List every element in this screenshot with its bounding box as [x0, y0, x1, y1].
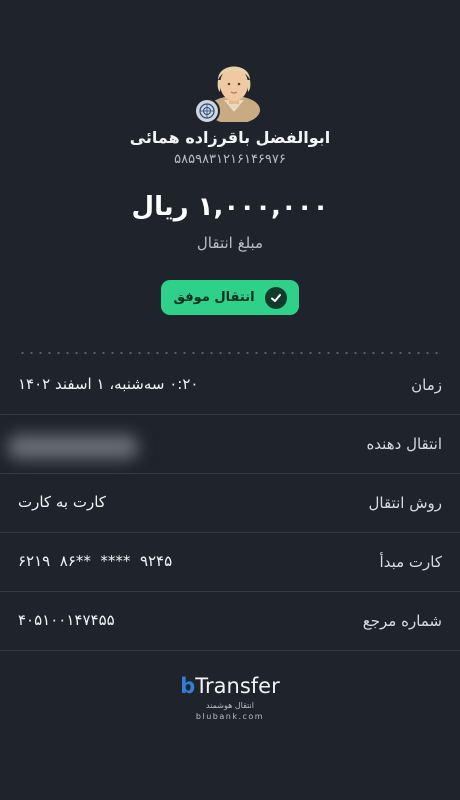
bank-logo-icon [194, 98, 220, 124]
method-label: روش انتقال [368, 494, 443, 512]
brand-domain: blubank.com [195, 712, 265, 721]
transfer-amount-label: مبلغ انتقال [196, 234, 264, 252]
detail-row-source-card: کارت مبدأ ۶۲۱۹ ۸۶** **** ۹۲۴۵ [0, 533, 460, 592]
sender-label: انتقال دهنده [366, 435, 442, 453]
detail-row-time: زمان ۰:۲۰ سه‌شنبه، ۱ اسفند ۱۴۰۲ [0, 356, 460, 415]
recipient-avatar-group [194, 56, 260, 124]
reference-label: شماره مرجع [362, 612, 442, 630]
brand-name: Transfer [195, 674, 280, 698]
dotted-divider [18, 352, 442, 354]
time-label: زمان [411, 376, 442, 394]
source-card-label: کارت مبدأ [379, 553, 442, 571]
reference-value: ۴۰۵۱۰۰۱۴۷۴۵۵ [18, 611, 115, 629]
status-badge: انتقال موفق [161, 280, 299, 315]
time-value: ۰:۲۰ سه‌شنبه، ۱ اسفند ۱۴۰۲ [18, 375, 199, 393]
btransfer-logo: bTransfer انتقال هوشمند blubank.com [0, 674, 460, 721]
detail-row-reference: شماره مرجع ۴۰۵۱۰۰۱۴۷۴۵۵ [0, 592, 460, 651]
source-card-value: ۶۲۱۹ ۸۶** **** ۹۲۴۵ [18, 552, 173, 570]
detail-row-sender: انتقال دهنده [0, 415, 460, 474]
brand-subtitle: انتقال هوشمند [206, 701, 254, 710]
checkmark-icon [264, 286, 287, 309]
recipient-card-number: ۵۸۵۹۸۳۱۲۱۶۱۴۶۹۷۶ [174, 152, 286, 167]
detail-row-method: روش انتقال کارت به کارت [0, 474, 460, 533]
recipient-name: ابوالفضل باقرزاده همائی [129, 128, 331, 147]
transfer-amount: ۱,۰۰۰,۰۰۰ ریال [131, 192, 329, 222]
status-text: انتقال موفق [173, 290, 255, 305]
brand-b: b [180, 674, 196, 698]
method-value: کارت به کارت [18, 493, 106, 511]
sender-value-redacted [8, 435, 138, 459]
